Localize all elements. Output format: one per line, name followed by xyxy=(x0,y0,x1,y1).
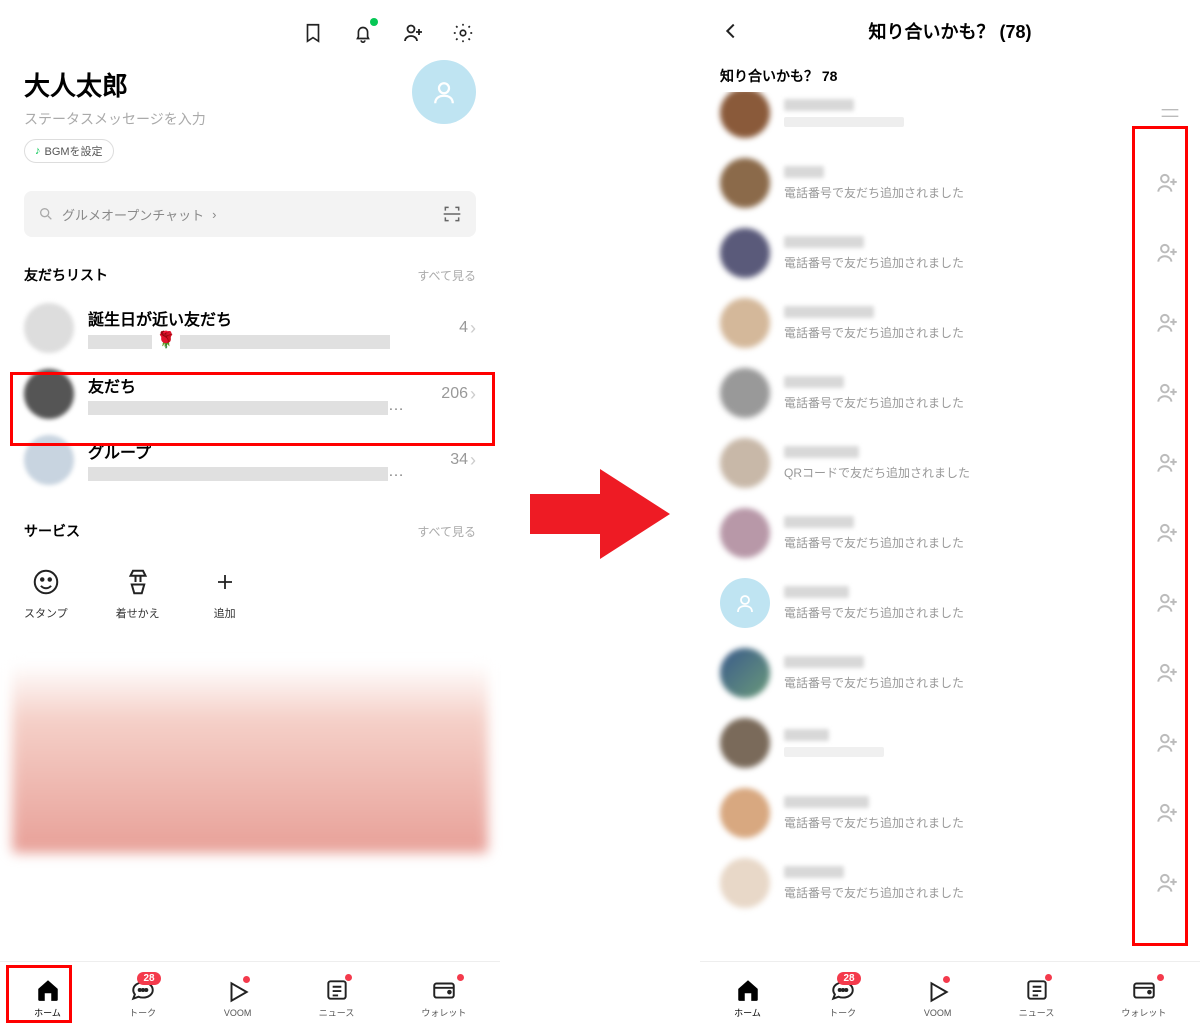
add-friend-icon[interactable] xyxy=(1154,240,1180,266)
nav-talk[interactable]: 28 トーク xyxy=(829,976,857,1019)
suggestion-row[interactable]: 電話番号で友だち追加されました xyxy=(700,218,1200,288)
suggestion-row[interactable] xyxy=(700,92,1200,148)
suggestion-list: 電話番号で友だち追加されました 電話番号で友だち追加されました 電話番号で友だち… xyxy=(700,92,1200,1027)
service-theme[interactable]: 着せかえ xyxy=(116,565,160,621)
suggestion-row[interactable]: 電話番号で友だち追加されました xyxy=(700,148,1200,218)
add-friend-icon[interactable] xyxy=(400,20,426,46)
bell-icon[interactable] xyxy=(350,20,376,46)
banner[interactable] xyxy=(12,663,488,853)
see-all-link[interactable]: すべて見る xyxy=(417,267,476,284)
nav-voom[interactable]: VOOM xyxy=(224,978,252,1018)
profile-avatar[interactable] xyxy=(412,60,476,124)
services-section-title: サービス xyxy=(24,521,80,541)
add-friend-icon[interactable] xyxy=(1154,310,1180,336)
suggestion-row[interactable]: 電話番号で友だち追加されました xyxy=(700,288,1200,358)
avatar xyxy=(24,435,74,485)
service-add[interactable]: 追加 xyxy=(208,565,242,621)
subheader: 知り合いかも？ 78 xyxy=(700,56,1200,92)
bottom-nav: ホーム 28 トーク VOOM ニュース ウォレット xyxy=(700,961,1200,1027)
friends-section-title: 友だちリスト xyxy=(24,265,108,285)
profile-name[interactable]: 大人太郎 xyxy=(24,66,476,103)
see-all-link[interactable]: すべて見る xyxy=(417,523,476,540)
list-item-birthday[interactable]: 誕生日が近い友だち 🌹 4› xyxy=(0,295,500,361)
suggestion-row[interactable]: QRコードで友だち追加されました xyxy=(700,428,1200,498)
bookmark-icon[interactable] xyxy=(300,20,326,46)
nav-talk[interactable]: 28 トーク xyxy=(129,976,157,1019)
suggestion-row[interactable]: 電話番号で友だち追加されました xyxy=(700,778,1200,848)
add-friend-icon[interactable] xyxy=(1154,870,1180,896)
search-bar[interactable]: グルメオープンチャット› xyxy=(24,191,476,237)
suggestion-row[interactable]: 電話番号で友だち追加されました xyxy=(700,498,1200,568)
suggestion-row[interactable] xyxy=(700,708,1200,778)
add-friend-icon[interactable] xyxy=(1154,520,1180,546)
list-item-groups[interactable]: グループ … 34› xyxy=(0,427,500,493)
add-friend-icon[interactable] xyxy=(1154,380,1180,406)
page-title: 知り合いかも？ (78) xyxy=(868,18,1031,44)
suggestion-row[interactable]: 電話番号で友だち追加されました xyxy=(700,568,1200,638)
scan-icon[interactable] xyxy=(442,204,462,224)
nav-news[interactable]: ニュース xyxy=(319,976,355,1019)
nav-news[interactable]: ニュース xyxy=(1019,976,1055,1019)
service-stamp[interactable]: スタンプ xyxy=(24,565,68,621)
avatar xyxy=(24,303,74,353)
gear-icon[interactable] xyxy=(450,20,476,46)
suggestion-row[interactable]: 電話番号で友だち追加されました xyxy=(700,638,1200,708)
list-item-friends[interactable]: 友だち … 206› xyxy=(0,361,500,427)
avatar xyxy=(24,369,74,419)
add-friend-icon[interactable] xyxy=(1154,590,1180,616)
status-message[interactable]: ステータスメッセージを入力 xyxy=(24,109,476,129)
nav-wallet[interactable]: ウォレット xyxy=(421,976,466,1019)
add-friend-icon[interactable] xyxy=(1154,730,1180,756)
nav-wallet[interactable]: ウォレット xyxy=(1121,976,1166,1019)
add-friend-icon[interactable] xyxy=(1154,170,1180,196)
bottom-nav: ホーム 28 トーク VOOM ニュース ウォレット xyxy=(0,961,500,1027)
suggestion-row[interactable]: 電話番号で友だち追加されました xyxy=(700,848,1200,918)
bgm-pill[interactable]: ♪BGMを設定 xyxy=(24,139,114,163)
add-friend-icon[interactable] xyxy=(1160,107,1180,119)
add-friend-icon[interactable] xyxy=(1154,660,1180,686)
add-friend-icon[interactable] xyxy=(1154,450,1180,476)
nav-voom[interactable]: VOOM xyxy=(924,978,952,1018)
arrow-annotation xyxy=(530,469,670,559)
suggestion-row[interactable]: 電話番号で友だち追加されました xyxy=(700,358,1200,428)
add-friend-icon[interactable] xyxy=(1154,800,1180,826)
nav-home[interactable]: ホーム xyxy=(34,976,62,1019)
back-button[interactable] xyxy=(720,20,742,42)
nav-home[interactable]: ホーム xyxy=(734,976,762,1019)
